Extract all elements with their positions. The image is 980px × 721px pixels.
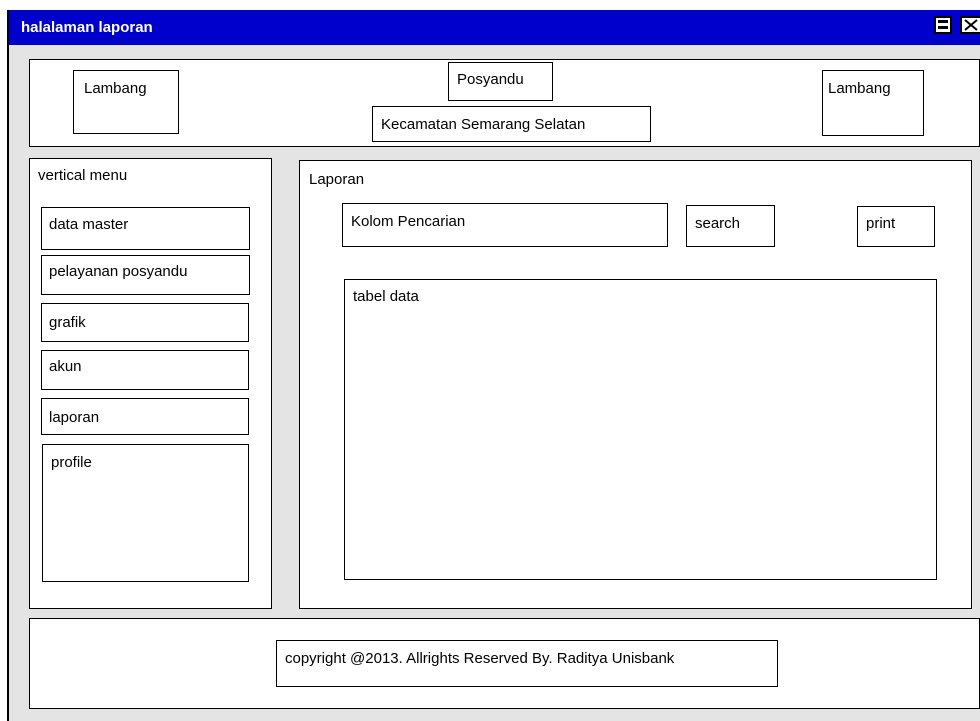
logo-left-label: Lambang — [84, 80, 147, 97]
sidebar-item-label: akun — [49, 358, 82, 375]
profile-panel: profile — [42, 444, 249, 582]
title-bar: halalaman laporan — [7, 10, 980, 45]
page-title: Laporan — [309, 171, 365, 188]
sidebar-item-label: grafik — [49, 314, 86, 331]
sidebar-item-grafik[interactable]: grafik — [41, 303, 249, 342]
sidebar-item-label: data master — [49, 216, 129, 233]
search-button-label: search — [695, 215, 741, 232]
app-name-box: Posyandu — [448, 62, 553, 101]
close-icon[interactable] — [960, 16, 980, 34]
sidebar-item-laporan[interactable]: laporan — [41, 398, 249, 435]
sidebar-title: vertical menu — [38, 167, 128, 184]
subtitle: Kecamatan Semarang Selatan — [381, 116, 586, 133]
search-input-label: Kolom Pencarian — [351, 213, 466, 230]
print-button-label: print — [866, 215, 896, 232]
window-title: halalaman laporan — [21, 19, 153, 36]
print-button[interactable]: print — [857, 206, 935, 247]
maximize-icon[interactable] — [934, 16, 952, 34]
data-table-label: tabel data — [353, 288, 419, 305]
data-table: tabel data — [344, 279, 937, 580]
search-input[interactable]: Kolom Pencarian — [342, 203, 668, 247]
app-name: Posyandu — [457, 71, 524, 88]
copyright-text: copyright @2013. Allrights Reserved By. … — [285, 650, 675, 667]
copyright-box: copyright @2013. Allrights Reserved By. … — [276, 640, 778, 687]
logo-left: Lambang — [73, 70, 179, 134]
sidebar-item-label: laporan — [49, 409, 100, 426]
sidebar-item-pelayanan-posyandu[interactable]: pelayanan posyandu — [41, 255, 250, 295]
logo-right-label: Lambang — [828, 80, 891, 97]
subtitle-box: Kecamatan Semarang Selatan — [372, 106, 651, 142]
profile-label: profile — [51, 454, 92, 471]
sidebar-item-akun[interactable]: akun — [41, 350, 249, 390]
sidebar-item-data-master[interactable]: data master — [41, 207, 250, 250]
search-button[interactable]: search — [686, 205, 775, 247]
sidebar-item-label: pelayanan posyandu — [49, 263, 188, 280]
logo-right: Lambang — [822, 70, 924, 136]
